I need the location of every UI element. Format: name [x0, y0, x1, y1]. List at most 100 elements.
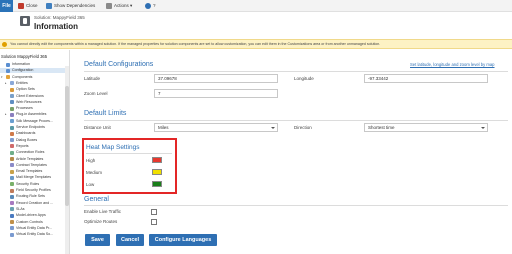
sidebar-item-label: Routing Rule Sets — [16, 194, 45, 199]
sidebar-item[interactable]: ▸ Plug-in Assemblies — [0, 112, 68, 117]
managed-solution-notice: You cannot directly edit the components … — [0, 39, 512, 49]
section-divider — [84, 120, 508, 121]
longitude-input[interactable]: -97.33442 — [364, 74, 488, 83]
actions-menu[interactable]: Actions ▾ — [106, 2, 132, 10]
component-icon — [10, 131, 14, 136]
component-icon — [10, 106, 14, 111]
sidebar-item-label: Field Security Profiles — [16, 188, 51, 192]
configure-languages-button[interactable]: Configure Languages — [149, 234, 217, 246]
sidebar-item-label: Information — [12, 62, 30, 66]
distance-unit-label: Distance Unit — [84, 125, 111, 130]
sidebar-item[interactable]: Dashboards — [0, 131, 68, 136]
default-configurations-title: Default Configurations — [84, 61, 154, 68]
solution-label: Solution: MappyField 365 — [34, 15, 85, 20]
sidebar-item-label: Contract Templates — [16, 162, 47, 167]
save-button[interactable]: Save — [85, 234, 110, 246]
sidebar-item[interactable]: ▾ Components — [0, 75, 68, 80]
general-title: General — [84, 196, 109, 203]
component-icon — [10, 207, 14, 212]
sidebar-item-label: Service Endpoints — [16, 125, 45, 129]
sidebar-item[interactable]: Email Templates — [0, 169, 68, 174]
sidebar-item-label: Configuration — [12, 68, 34, 73]
component-icon — [10, 150, 14, 155]
sidebar-item[interactable]: Processes — [0, 106, 68, 111]
sidebar-item[interactable]: Record Creation and ... — [0, 201, 68, 206]
sidebar-item[interactable]: Option Sets — [0, 87, 68, 92]
sidebar-item[interactable]: Web Resources — [0, 100, 68, 105]
heat-map-settings-title: Heat Map Settings — [86, 144, 140, 151]
page-title: Information — [34, 22, 78, 31]
actions-label: Actions ▾ — [114, 3, 133, 8]
expand-toggle-icon[interactable]: ▸ — [5, 81, 8, 86]
sidebar-item-label: Plug-in Assemblies — [16, 112, 47, 117]
sidebar-scrollbar[interactable] — [65, 66, 69, 254]
close-button[interactable]: Close — [18, 2, 38, 10]
latitude-label: Latitude — [84, 76, 101, 81]
cancel-button[interactable]: Cancel — [116, 234, 144, 246]
sidebar-item[interactable]: SLAs — [0, 207, 68, 212]
expand-toggle-icon[interactable]: ▾ — [1, 75, 4, 80]
component-icon — [10, 201, 14, 206]
sidebar-item-label: Reports — [16, 143, 29, 148]
heat-low-color-picker[interactable] — [152, 181, 162, 187]
sidebar-item[interactable]: Client Extensions — [0, 94, 68, 99]
sidebar-item-label: Mail Merge Templates — [16, 175, 52, 180]
sidebar-item[interactable]: Article Templates — [0, 157, 68, 162]
component-icon — [10, 138, 14, 143]
sidebar-item[interactable]: Field Security Profiles — [0, 188, 68, 193]
component-icon — [10, 119, 14, 124]
heat-high-label: High — [86, 158, 96, 163]
sidebar-item[interactable]: Model-driven Apps — [0, 213, 68, 218]
optimize-routes-label: Optimize Routes — [84, 219, 118, 224]
sidebar-item[interactable]: Reports — [0, 144, 68, 149]
help-button[interactable]: ? — [145, 2, 156, 10]
warning-icon — [2, 42, 7, 47]
optimize-routes-checkbox[interactable] — [151, 219, 157, 225]
show-dependencies-button[interactable]: Show Dependencies — [46, 2, 95, 10]
sidebar-solution-name: Solution MappyField 365 — [1, 54, 48, 59]
sidebar-item[interactable]: Virtual Entity Data So... — [0, 232, 68, 237]
sidebar-item[interactable]: Configuration — [0, 68, 68, 74]
sidebar-item-label: Article Templates — [16, 156, 44, 161]
component-icon — [6, 75, 10, 80]
sidebar-item-label: Dashboards — [16, 131, 36, 136]
sidebar-item[interactable]: ▸ Entities — [0, 81, 68, 86]
latitude-input[interactable]: 37.09678 — [154, 74, 278, 83]
sidebar-item-label: Virtual Entity Data Pr... — [16, 225, 53, 230]
sidebar-item-label: Email Templates — [16, 169, 43, 174]
direction-label: Direction — [294, 125, 312, 130]
heat-high-color-picker[interactable] — [152, 157, 162, 163]
section-divider — [84, 205, 508, 206]
component-icon — [10, 226, 14, 231]
sidebar-scroll-thumb[interactable] — [65, 86, 69, 206]
component-icon — [10, 169, 14, 174]
component-icon — [10, 182, 14, 187]
sidebar-item[interactable]: Routing Rule Sets — [0, 194, 68, 199]
zoom-level-input[interactable]: 7 — [154, 89, 278, 98]
sidebar-item[interactable]: Connection Roles — [0, 150, 68, 155]
component-icon — [10, 81, 14, 86]
sidebar-item[interactable]: Dialog Boxes — [0, 138, 68, 143]
direction-select[interactable]: Shortest time — [364, 123, 488, 132]
sidebar-item[interactable]: Security Roles — [0, 182, 68, 187]
sidebar-item[interactable]: Mail Merge Templates — [0, 175, 68, 180]
set-location-by-map-link[interactable]: Set latitude, longitude and zoom level b… — [410, 62, 495, 67]
sidebar-item[interactable]: Information — [0, 62, 68, 67]
sidebar-item-label: Option Sets — [16, 87, 35, 92]
component-icon — [10, 125, 14, 130]
sidebar-item[interactable]: Virtual Entity Data Pr... — [0, 226, 68, 231]
expand-toggle-icon[interactable]: ▸ — [5, 112, 8, 117]
heat-medium-color-picker[interactable] — [152, 169, 162, 175]
sidebar-item[interactable]: Service Endpoints — [0, 125, 68, 130]
sidebar-item-label: Virtual Entity Data So... — [16, 232, 54, 237]
distance-unit-select[interactable]: Miles — [154, 123, 278, 132]
sidebar-item[interactable]: Contract Templates — [0, 163, 68, 168]
file-button[interactable]: File — [0, 0, 13, 12]
component-icon — [10, 112, 14, 117]
sidebar-item[interactable]: Sdk Message Proces... — [0, 119, 68, 124]
default-limits-title: Default Limits — [84, 110, 127, 117]
live-traffic-checkbox[interactable] — [151, 209, 157, 215]
show-dependencies-label: Show Dependencies — [54, 3, 96, 8]
sidebar-item[interactable]: Custom Controls — [0, 220, 68, 225]
help-label: ? — [153, 3, 156, 8]
